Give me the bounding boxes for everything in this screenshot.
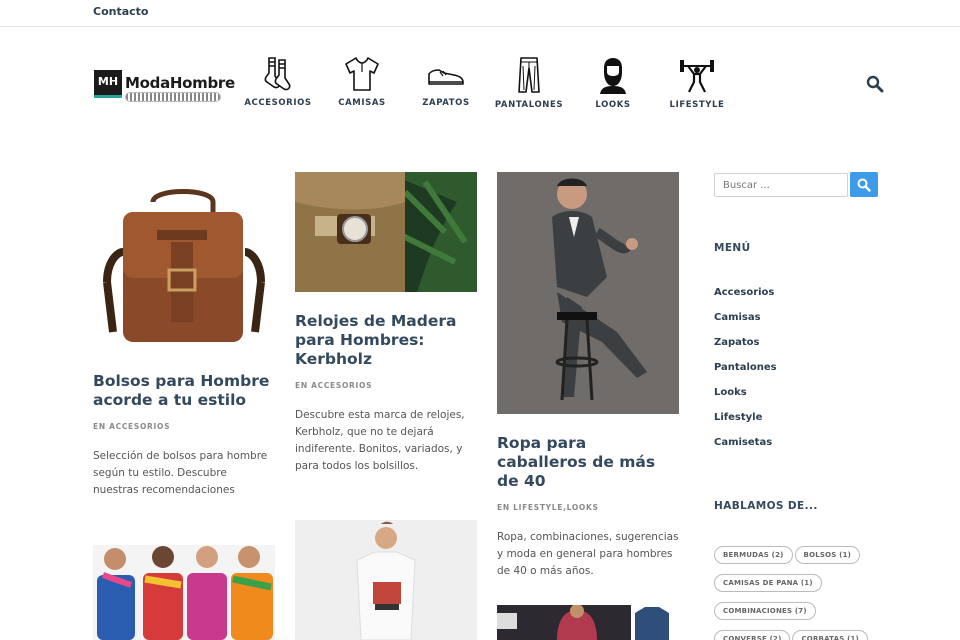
- sidebar-search-button[interactable]: [850, 172, 878, 197]
- sidebar-item-zapatos[interactable]: Zapatos: [714, 337, 777, 362]
- post-excerpt: Descubre esta marca de relojes, Kerbholz…: [295, 409, 465, 472]
- nav-label: LIFESTYLE: [669, 100, 725, 110]
- post-image-tshirt[interactable]: [295, 520, 477, 640]
- search-icon: [857, 178, 871, 192]
- tag-corbatas[interactable]: CORBATAS (1): [792, 630, 868, 640]
- post-card[interactable]: Bolsos para Hombre acorde a tu estilo EN…: [93, 172, 275, 499]
- post-excerpt: Ropa, combinaciones, sugerencias y moda …: [497, 531, 679, 577]
- sidebar-search-input[interactable]: [714, 173, 848, 197]
- shirts-image: [497, 605, 679, 640]
- post-image-group[interactable]: [93, 545, 275, 640]
- sidebar-item-pantalones[interactable]: Pantalones: [714, 362, 777, 387]
- socks-icon: [264, 57, 291, 91]
- sidebar-item-looks[interactable]: Looks: [714, 387, 777, 412]
- post-image-bag[interactable]: [93, 172, 275, 354]
- sidebar-item-camisas[interactable]: Camisas: [714, 312, 777, 337]
- tag-camisas-de-pana[interactable]: CAMISAS DE PANA (1): [714, 574, 822, 592]
- weightlifter-icon: [680, 60, 714, 93]
- nav-item-accesorios[interactable]: ACCESORIOS: [233, 56, 323, 108]
- post-card[interactable]: [497, 605, 679, 640]
- pants-icon: [518, 57, 540, 93]
- post-category[interactable]: EN LIFESTYLE,LOOKS: [497, 503, 679, 512]
- logo-mark: MH: [94, 70, 122, 98]
- nav-item-camisas[interactable]: CAMISAS: [317, 56, 407, 108]
- post-category[interactable]: EN ACCESORIOS: [93, 422, 275, 431]
- nav-item-pantalones[interactable]: PANTALONES: [484, 56, 574, 110]
- site-logo[interactable]: MH ModaHombre: [94, 70, 235, 102]
- tag-cloud: BERMUDAS (2) BOLSOS (1) CAMISAS DE PANA (…: [714, 542, 894, 640]
- watch-image: [295, 172, 477, 292]
- post-title[interactable]: Ropa para caballeros de más de 40: [497, 434, 679, 491]
- post-title[interactable]: Bolsos para Hombre acorde a tu estilo: [93, 372, 275, 410]
- post-image-gentleman[interactable]: [497, 172, 679, 414]
- sidebar-item-accesorios[interactable]: Accesorios: [714, 287, 777, 312]
- post-category[interactable]: EN ACCESORIOS: [295, 381, 477, 390]
- nav-item-lifestyle[interactable]: LIFESTYLE: [652, 56, 742, 110]
- shirt-icon: [345, 57, 379, 91]
- nav-label: LOOKS: [595, 100, 631, 110]
- post-excerpt: Selección de bolsos para hombre según tu…: [93, 450, 268, 496]
- gentleman-image: [497, 172, 679, 414]
- tags-heading: HABLAMOS DE...: [714, 500, 818, 512]
- menu-heading: MENÚ: [714, 242, 751, 254]
- tshirt-model-image: [295, 520, 477, 640]
- logo-text: ModaHombre: [125, 74, 235, 92]
- post-card[interactable]: Ropa para caballeros de más de 40 EN LIF…: [497, 172, 679, 580]
- post-card[interactable]: [93, 545, 275, 640]
- tag-bolsos[interactable]: BOLSOS (1): [794, 546, 861, 564]
- post-title[interactable]: Relojes de Madera para Hombres: Kerbholz: [295, 312, 477, 369]
- tag-combinaciones[interactable]: COMBINACIONES (7): [714, 602, 816, 620]
- sidebar-menu: Accesorios Camisas Zapatos Pantalones Lo…: [714, 287, 777, 462]
- post-image-watch[interactable]: [295, 172, 477, 292]
- tag-bermudas[interactable]: BERMUDAS (2): [714, 546, 793, 564]
- group-photo-image: [93, 545, 275, 640]
- post-card[interactable]: [295, 520, 477, 640]
- nav-item-zapatos[interactable]: ZAPATOS: [401, 56, 491, 108]
- top-bar: Contacto: [0, 0, 960, 27]
- contact-link[interactable]: Contacto: [93, 5, 148, 18]
- sidebar-item-camisetas[interactable]: Camisetas: [714, 437, 777, 462]
- nav-label: CAMISAS: [338, 98, 386, 108]
- logo-tagline-decoration: [125, 92, 221, 102]
- bag-image: [93, 172, 275, 354]
- post-image-shirts[interactable]: [497, 605, 679, 640]
- post-card[interactable]: Relojes de Madera para Hombres: Kerbholz…: [295, 172, 477, 475]
- bearded-man-icon: [600, 58, 626, 94]
- nav-label: ZAPATOS: [422, 98, 470, 108]
- nav-item-looks[interactable]: LOOKS: [568, 56, 658, 110]
- shoe-icon: [428, 69, 464, 85]
- sidebar-item-lifestyle[interactable]: Lifestyle: [714, 412, 777, 437]
- nav-label: PANTALONES: [494, 100, 564, 110]
- tag-converse[interactable]: CONVERSE (2): [714, 630, 791, 640]
- search-icon[interactable]: [866, 75, 884, 93]
- nav-label: ACCESORIOS: [244, 98, 312, 108]
